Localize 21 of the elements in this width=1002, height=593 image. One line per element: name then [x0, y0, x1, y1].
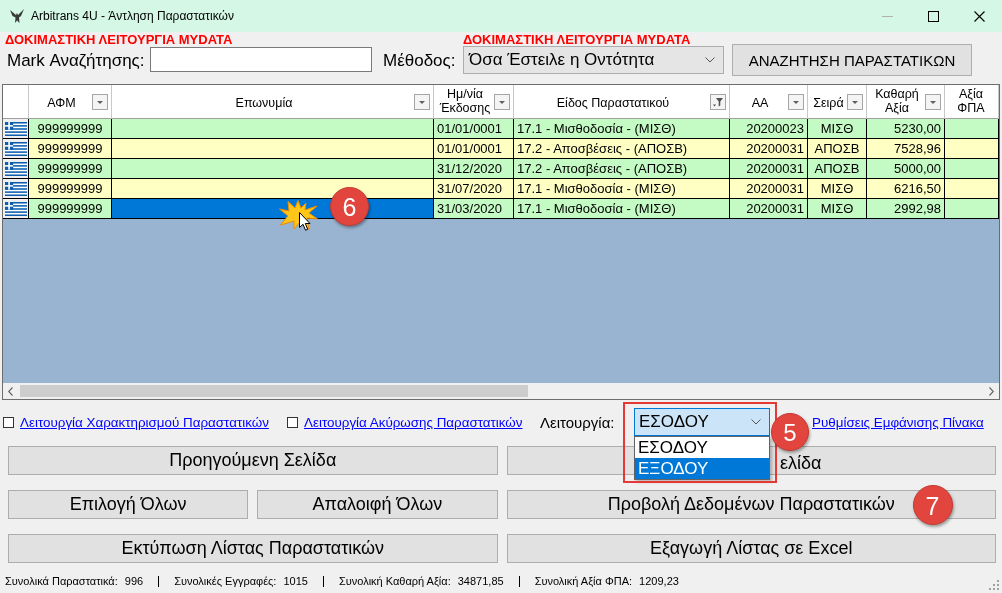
status-label: Συνολικές Εγγραφές: — [174, 575, 277, 587]
status-label: Συνολική Αξία ΦΠΑ: — [534, 575, 633, 587]
status-label: Συνολική Καθαρή Αξία: — [338, 575, 451, 587]
table-cell: 17.1 - Μισθοδοσία - (ΜΙΣΘ) — [514, 199, 730, 219]
test-mode-warning: ΔΟΚΙΜΑΣΤΙΚΗ ΛΕΙΤΟΥΡΓΙΑ MYDATA — [5, 33, 233, 46]
table-cell: 20200031 — [730, 199, 808, 219]
test-mode-warning: ΔΟΚΙΜΑΣΤΙΚΗ ΛΕΙΤΟΥΡΓΙΑ MYDATA — [463, 33, 691, 46]
status-value: 996 — [124, 575, 144, 587]
status-value: 34871,85 — [457, 575, 504, 587]
table-cell: 31/03/2020 — [434, 199, 514, 219]
status-value: 1015 — [283, 575, 308, 587]
status-label: Συνολικά Παραστατικά: — [5, 575, 118, 587]
status-value: 1209,23 — [639, 575, 679, 587]
mark-search-label: Mark Αναζήτησης: — [7, 51, 145, 71]
operation-label: Λειτουργία: — [540, 413, 615, 431]
table-cell: 2992,98 — [867, 199, 945, 219]
method-label: Μέθοδος: — [383, 51, 456, 71]
window-title: Arbitrans 4U - Άντληση Παραστατικών — [31, 9, 235, 23]
step-marker: 7 — [912, 485, 953, 525]
step-marker: 5 — [771, 413, 809, 451]
table-cell: ΜΙΣΘ — [808, 199, 867, 219]
